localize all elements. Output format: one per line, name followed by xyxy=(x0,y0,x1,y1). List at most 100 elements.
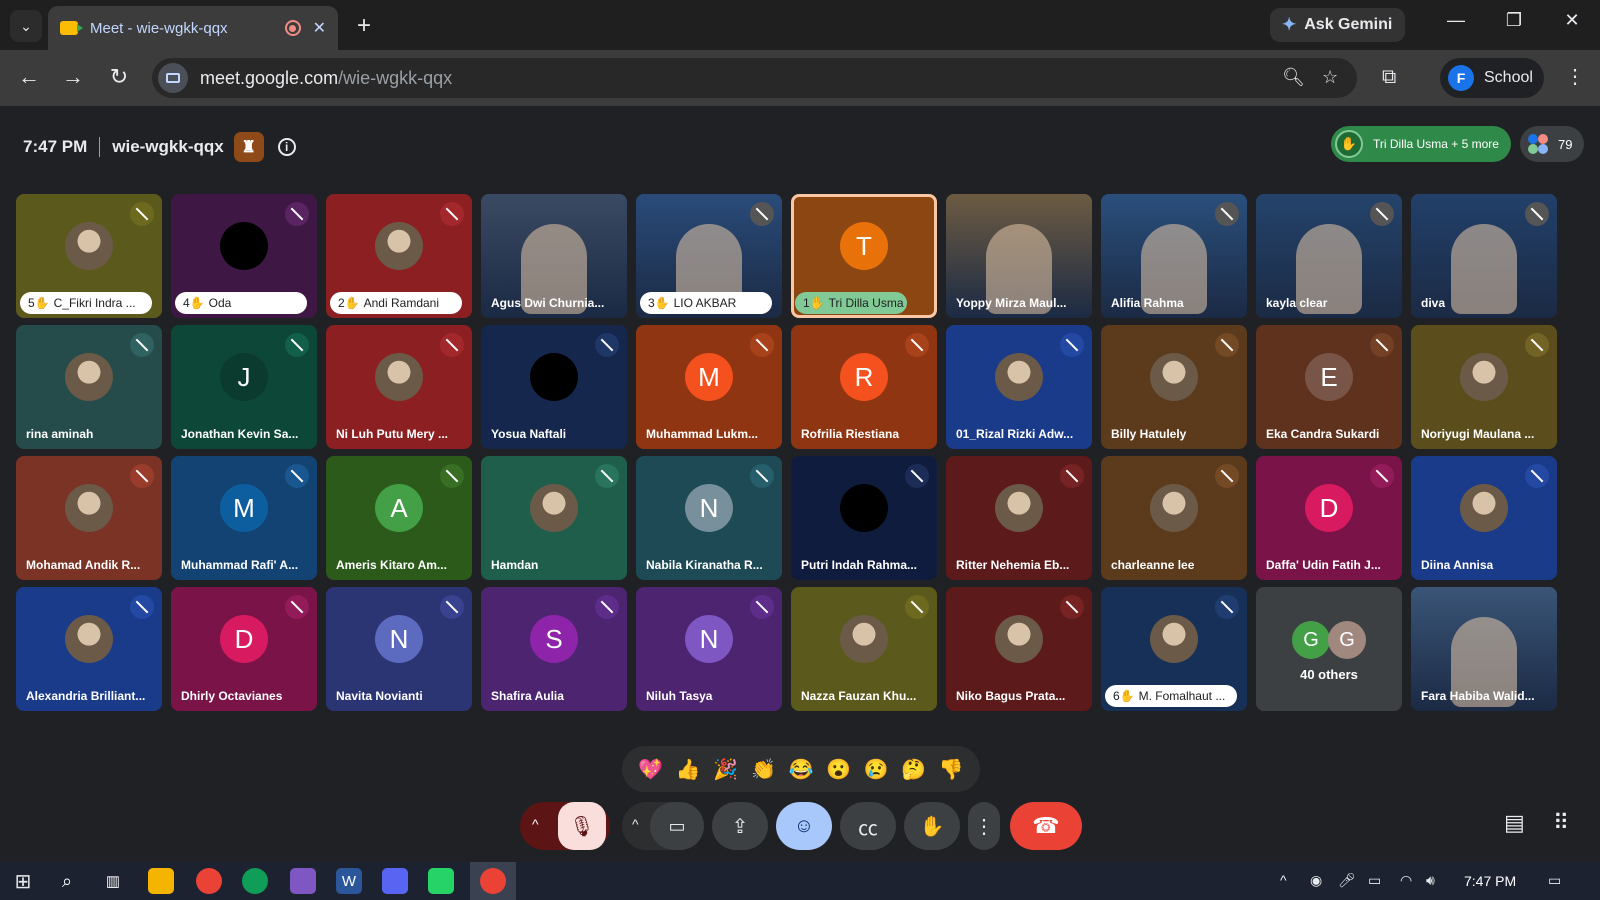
video-options-chevron-icon[interactable]: ^ xyxy=(632,816,639,832)
volume-icon[interactable]: 🔊︎ xyxy=(1426,872,1435,889)
present-screen-button[interactable]: ⇪ xyxy=(712,802,768,850)
participant-tile[interactable]: D Daffa' Udin Fatih J... xyxy=(1256,456,1402,580)
reaction-emoji-button[interactable]: 🎉 xyxy=(713,757,738,782)
participant-tile[interactable]: Fara Habiba Walid... xyxy=(1411,587,1557,711)
participant-tile[interactable]: Diina Annisa xyxy=(1411,456,1557,580)
close-window-icon[interactable]: ✕ xyxy=(1552,10,1592,31)
zoom-icon[interactable]: 🔍︎ xyxy=(1282,67,1305,88)
site-info-icon[interactable] xyxy=(158,63,188,93)
tab-meet[interactable]: Meet - wie-wgkk-qqx ✕ xyxy=(48,6,338,50)
edge-icon[interactable] xyxy=(242,868,268,894)
participant-tile[interactable]: Agus Dwi Churnia... xyxy=(481,194,627,318)
audio-options-chevron-icon[interactable]: ^ xyxy=(532,816,539,832)
participant-tile[interactable]: N Nabila Kiranatha R... xyxy=(636,456,782,580)
participant-tile[interactable]: rina aminah xyxy=(16,325,162,449)
captions-button[interactable]: ㏄ xyxy=(840,802,896,850)
taskbar-clock[interactable]: 7:47 PM xyxy=(1464,873,1516,889)
chat-icon[interactable]: ▤ xyxy=(1504,810,1525,836)
chrome-active-icon[interactable] xyxy=(480,868,506,894)
participant-tile[interactable]: 6✋ M. Fomalhaut ... xyxy=(1101,587,1247,711)
participant-tile[interactable]: Yosua Naftali xyxy=(481,325,627,449)
participant-tile[interactable]: Noriyugi Maulana ... xyxy=(1411,325,1557,449)
reactions-button[interactable]: ☺ xyxy=(776,802,832,850)
raise-hand-button[interactable]: ✋ xyxy=(904,802,960,850)
participant-tile[interactable]: Yoppy Mirza Maul... xyxy=(946,194,1092,318)
more-options-button[interactable]: ⋮ xyxy=(968,802,1000,850)
wifi-icon[interactable]: ◠ xyxy=(1400,872,1412,889)
participant-tile[interactable]: A Ameris Kitaro Am... xyxy=(326,456,472,580)
notifications-icon[interactable]: ▭ xyxy=(1548,872,1561,889)
reload-icon[interactable]: ↻ xyxy=(104,64,134,90)
participant-tile[interactable]: Alexandria Brilliant... xyxy=(16,587,162,711)
participant-tile[interactable]: Ni Luh Putu Mery ... xyxy=(326,325,472,449)
back-arrow-icon[interactable]: ← xyxy=(14,64,44,90)
participant-tile[interactable]: 4✋ Oda xyxy=(171,194,317,318)
participant-tile[interactable]: J Jonathan Kevin Sa... xyxy=(171,325,317,449)
participants-button[interactable]: 79 xyxy=(1520,126,1584,162)
leave-call-button[interactable]: ☎ xyxy=(1010,802,1082,850)
mic-muted-button[interactable]: 🎙︎ xyxy=(558,802,606,850)
participant-tile[interactable]: R Rofrilia Riestiana xyxy=(791,325,937,449)
participant-tile[interactable]: N Navita Novianti xyxy=(326,587,472,711)
file-explorer-icon[interactable] xyxy=(148,868,174,894)
address-bar[interactable]: meet.google.com/wie-wgkk-qqx 🔍︎ ☆ xyxy=(152,58,1357,98)
camera-button[interactable]: ▭ xyxy=(650,802,704,850)
participant-tile[interactable]: Billy Hatulely xyxy=(1101,325,1247,449)
meeting-info-icon[interactable]: i xyxy=(277,138,296,156)
close-tab-icon[interactable]: ✕ xyxy=(313,18,326,38)
participant-tile[interactable]: M Muhammad Rafi' A... xyxy=(171,456,317,580)
host-controls-icon[interactable]: ♜ xyxy=(233,132,264,162)
participant-tile[interactable]: 01_Rizal Rizki Adw... xyxy=(946,325,1092,449)
webcam-icon[interactable]: ◉ xyxy=(1310,872,1322,889)
activities-grid-icon[interactable]: ⠿ xyxy=(1553,810,1569,836)
participant-tile[interactable]: Ritter Nehemia Eb... xyxy=(946,456,1092,580)
reaction-emoji-button[interactable]: 👍 xyxy=(676,757,701,782)
extensions-puzzle-icon[interactable]: ⧉ xyxy=(1382,66,1396,89)
participant-tile[interactable]: Mohamad Andik R... xyxy=(16,456,162,580)
participant-tile[interactable]: 5✋ C_Fikri Indra ... xyxy=(16,194,162,318)
browser-menu-icon[interactable]: ⋮ xyxy=(1565,64,1585,89)
tab-search-chevron-icon[interactable]: ⌄ xyxy=(10,10,42,42)
microphone-tray-icon[interactable]: 🎤︎ xyxy=(1338,872,1356,889)
word-icon[interactable]: W xyxy=(336,868,362,894)
forward-arrow-icon[interactable]: → xyxy=(58,64,88,90)
participant-tile[interactable]: M Muhammad Lukm... xyxy=(636,325,782,449)
reaction-emoji-button[interactable]: 💖 xyxy=(638,757,663,782)
participant-tile[interactable]: 3✋ LIO AKBAR xyxy=(636,194,782,318)
reaction-emoji-button[interactable]: 🤔 xyxy=(901,757,926,782)
app-icon[interactable] xyxy=(290,868,316,894)
participant-tile[interactable]: E Eka Candra Sukardi xyxy=(1256,325,1402,449)
reaction-emoji-button[interactable]: 👎 xyxy=(939,757,964,782)
participant-tile[interactable]: 2✋ Andi Ramdani xyxy=(326,194,472,318)
windows-start-icon[interactable]: ⊞ xyxy=(10,868,36,894)
participant-tile[interactable]: T 1✋ Tri Dilla Usma xyxy=(791,194,937,318)
participant-tile[interactable]: Alifia Rahma xyxy=(1101,194,1247,318)
participant-tile[interactable]: N Niluh Tasya xyxy=(636,587,782,711)
search-icon[interactable]: ⌕ xyxy=(54,868,80,894)
participant-tile[interactable]: Putri Indah Rahma... xyxy=(791,456,937,580)
participant-tile[interactable]: diva xyxy=(1411,194,1557,318)
participant-tile[interactable]: Niko Bagus Prata... xyxy=(946,587,1092,711)
discord-icon[interactable] xyxy=(382,868,408,894)
task-view-icon[interactable]: ▥ xyxy=(100,868,126,894)
participant-tile[interactable]: D Dhirly Octavianes xyxy=(171,587,317,711)
raised-hands-chip[interactable]: ✋ Tri Dilla Usma + 5 more xyxy=(1331,126,1511,162)
minimize-icon[interactable]: — xyxy=(1436,10,1476,31)
participant-tile[interactable]: kayla clear xyxy=(1256,194,1402,318)
reaction-emoji-button[interactable]: 😮 xyxy=(826,757,851,782)
chrome-icon[interactable] xyxy=(196,868,222,894)
participant-tile[interactable]: charleanne lee xyxy=(1101,456,1247,580)
reaction-emoji-button[interactable]: 😂 xyxy=(789,757,814,782)
tray-chevron-icon[interactable]: ^ xyxy=(1280,872,1287,888)
reaction-emoji-button[interactable]: 👏 xyxy=(751,757,776,782)
others-tile[interactable]: G G 40 others xyxy=(1256,587,1402,711)
profile-button[interactable]: F School xyxy=(1440,58,1544,98)
participant-tile[interactable]: S Shafira Aulia xyxy=(481,587,627,711)
participant-tile[interactable]: Hamdan xyxy=(481,456,627,580)
reaction-emoji-button[interactable]: 😢 xyxy=(864,757,889,782)
bookmark-star-icon[interactable]: ☆ xyxy=(1322,67,1338,88)
url-text[interactable]: meet.google.com/wie-wgkk-qqx xyxy=(200,68,452,89)
whatsapp-icon[interactable] xyxy=(428,868,454,894)
new-tab-button[interactable]: + xyxy=(348,10,380,42)
restore-icon[interactable]: ❐ xyxy=(1494,10,1534,31)
